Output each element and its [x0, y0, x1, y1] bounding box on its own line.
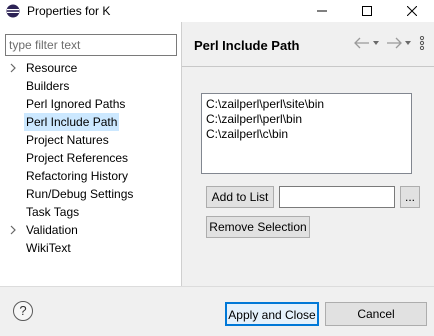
maximize-icon	[362, 6, 372, 16]
tree-item[interactable]: Builders	[0, 77, 181, 95]
help-icon[interactable]: ?	[13, 301, 33, 321]
remove-selection-button[interactable]: Remove Selection	[206, 216, 310, 238]
tree-item-label: Perl Include Path	[24, 113, 120, 131]
tree-item[interactable]: Resource	[0, 59, 181, 77]
browse-button[interactable]: ...	[400, 186, 420, 208]
maximize-button[interactable]	[345, 0, 389, 22]
tree-item[interactable]: Perl Ignored Paths	[0, 95, 181, 113]
nav-toolbar	[354, 36, 426, 50]
tree-item-label: WikiText	[26, 241, 71, 255]
close-icon	[407, 6, 417, 16]
tree-item[interactable]: Perl Include Path	[0, 113, 181, 131]
tree-item-label: Builders	[26, 79, 70, 93]
tree-item-label: Run/Debug Settings	[26, 187, 134, 201]
right-pane: Perl Include Path C:\zailperl\perl\site\…	[182, 22, 434, 286]
cancel-button[interactable]: Cancel	[325, 302, 427, 326]
back-arrow-icon[interactable]	[354, 37, 370, 49]
minimize-button[interactable]	[300, 0, 344, 22]
tree-item[interactable]: Validation	[0, 221, 181, 239]
minimize-icon	[317, 10, 327, 12]
tree-item[interactable]: Project References	[0, 149, 181, 167]
include-path-list[interactable]: C:\zailperl\perl\site\bin C:\zailperl\per…	[201, 93, 412, 174]
forward-arrow-icon[interactable]	[386, 37, 402, 49]
left-pane: Resource Builders Perl Ignored Paths Perl I…	[0, 22, 181, 286]
title-bar: Properties for K	[0, 0, 434, 22]
tree-item-label: Project Natures	[26, 133, 109, 147]
tree-item[interactable]: Refactoring History	[0, 167, 181, 185]
tree-item[interactable]: Project Natures	[0, 131, 181, 149]
tree-item-label: Project References	[26, 151, 129, 165]
chevron-right-icon[interactable]	[9, 221, 19, 239]
tree-item-label: Perl Ignored Paths	[26, 97, 126, 111]
property-tree: Resource Builders Perl Ignored Paths Perl I…	[0, 59, 181, 257]
header-separator	[182, 66, 434, 67]
tree-item[interactable]: Run/Debug Settings	[0, 185, 181, 203]
tree-item-label: Refactoring History	[26, 169, 129, 183]
list-item[interactable]: C:\zailperl\c\bin	[206, 127, 288, 141]
forward-dropdown-icon[interactable]	[404, 37, 412, 49]
list-item[interactable]: C:\zailperl\perl\site\bin	[206, 97, 324, 111]
page-header: Perl Include Path	[182, 22, 434, 66]
tree-item[interactable]: WikiText	[0, 239, 181, 257]
view-menu-icon[interactable]	[418, 36, 426, 50]
apply-and-close-button[interactable]: Apply and Close	[225, 302, 319, 326]
tree-item-label: Resource	[26, 61, 78, 75]
list-item[interactable]: C:\zailperl\perl\bin	[206, 112, 302, 126]
tree-item-label: Task Tags	[26, 205, 80, 219]
tree-item-label: Validation	[26, 223, 78, 237]
tree-item[interactable]: Task Tags	[0, 203, 181, 221]
path-input[interactable]	[279, 186, 395, 208]
button-bar: ? Apply and Close Cancel	[0, 287, 434, 336]
back-dropdown-icon[interactable]	[372, 37, 380, 49]
page-title: Perl Include Path	[194, 38, 300, 53]
close-button[interactable]	[390, 0, 434, 22]
add-to-list-button[interactable]: Add to List	[206, 186, 274, 208]
window-title: Properties for K	[27, 4, 111, 18]
chevron-right-icon[interactable]	[9, 59, 19, 77]
eclipse-icon	[6, 4, 20, 18]
filter-input[interactable]	[5, 34, 177, 56]
